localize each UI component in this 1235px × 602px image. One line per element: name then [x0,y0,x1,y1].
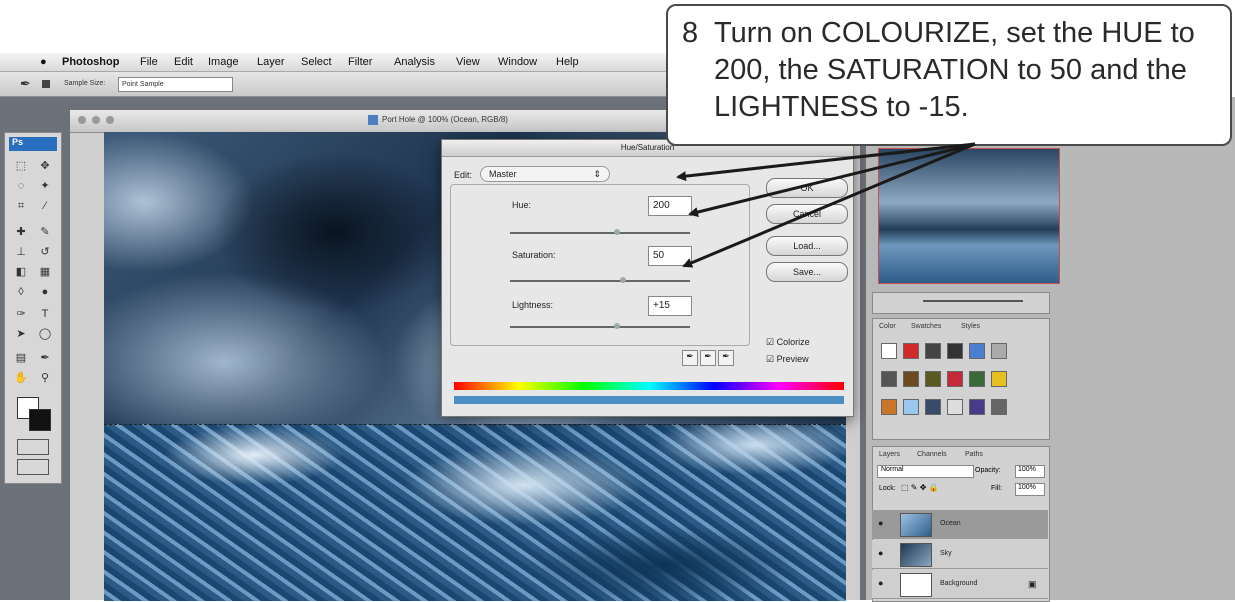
arrow-to-edit [676,142,976,182]
callout-arrows [676,142,976,268]
